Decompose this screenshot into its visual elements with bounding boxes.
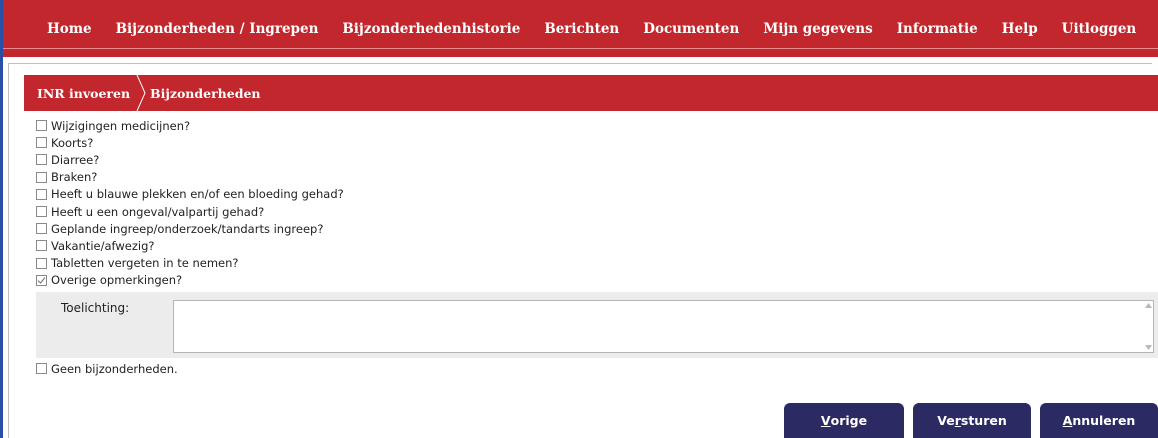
questions-list: Wijzigingen medicijnen? Koorts? Diarree?… bbox=[36, 117, 344, 289]
breadcrumb-chevron-icon bbox=[136, 75, 146, 111]
breadcrumb: INR invoeren Bijzonderheden bbox=[24, 75, 1158, 111]
button-label-rest: sturen bbox=[960, 413, 1007, 428]
toelichting-label: Toelichting: bbox=[61, 301, 130, 315]
checkbox[interactable] bbox=[36, 137, 47, 149]
toelichting-textarea[interactable] bbox=[173, 300, 1154, 353]
button-label-start: Ve bbox=[937, 413, 955, 428]
checkbox[interactable] bbox=[36, 257, 47, 269]
checkbox[interactable] bbox=[36, 223, 47, 235]
checkbox[interactable] bbox=[36, 154, 47, 166]
checkbox[interactable] bbox=[36, 171, 47, 183]
checkbox[interactable] bbox=[36, 363, 47, 375]
question-label: Heeft u een ongeval/valpartij gehad? bbox=[51, 204, 265, 219]
question-item[interactable]: Overige opmerkingen? bbox=[36, 272, 344, 289]
checkmark-icon bbox=[37, 276, 46, 284]
question-label: Heeft u blauwe plekken en/of een bloedin… bbox=[51, 187, 344, 202]
question-item[interactable]: Heeft u een ongeval/valpartij gehad? bbox=[36, 203, 344, 220]
nav-documenten[interactable]: Documenten bbox=[643, 21, 739, 37]
geen-bijzonderheden-label: Geen bijzonderheden. bbox=[51, 361, 178, 376]
question-label: Vakantie/afwezig? bbox=[51, 238, 155, 253]
question-item[interactable]: Wijzigingen medicijnen? bbox=[36, 117, 344, 134]
question-label: Diarree? bbox=[51, 152, 100, 167]
question-item[interactable]: Braken? bbox=[36, 169, 344, 186]
nav-bijzonderheden-ingrepen[interactable]: Bijzonderheden / Ingrepen bbox=[116, 21, 319, 37]
checkbox[interactable] bbox=[36, 206, 47, 218]
checkbox[interactable] bbox=[36, 120, 47, 132]
nav-help[interactable]: Help bbox=[1002, 21, 1038, 37]
question-label: Koorts? bbox=[51, 135, 94, 150]
nav-mijn-gegevens[interactable]: Mijn gegevens bbox=[763, 21, 872, 37]
toelichting-section: Toelichting: bbox=[36, 292, 1158, 358]
nav-home[interactable]: Home bbox=[47, 21, 92, 37]
top-navigation: Home Bijzonderheden / Ingrepen Bijzonder… bbox=[3, 0, 1158, 57]
accesskey-letter: V bbox=[820, 413, 831, 428]
button-label-rest: nnuleren bbox=[1072, 413, 1136, 428]
question-item[interactable]: Vakantie/afwezig? bbox=[36, 237, 344, 254]
checkbox-checked[interactable] bbox=[36, 274, 47, 286]
nav-berichten[interactable]: Berichten bbox=[544, 21, 619, 37]
textarea-scrollbar[interactable] bbox=[1144, 301, 1153, 352]
question-item[interactable]: Heeft u blauwe plekken en/of een bloedin… bbox=[36, 186, 344, 203]
question-item[interactable]: Geplande ingreep/onderzoek/tandarts ingr… bbox=[36, 220, 344, 237]
question-item[interactable]: Diarree? bbox=[36, 151, 344, 168]
question-label: Geplande ingreep/onderzoek/tandarts ingr… bbox=[51, 221, 324, 236]
breadcrumb-step-bijzonderheden: Bijzonderheden bbox=[150, 85, 261, 101]
nav-informatie[interactable]: Informatie bbox=[897, 21, 978, 37]
scroll-down-icon[interactable] bbox=[1145, 345, 1152, 350]
nav-bijzonderhedenhistorie[interactable]: Bijzonderhedenhistorie bbox=[342, 21, 520, 37]
button-label-rest: orige bbox=[830, 413, 868, 428]
breadcrumb-step-inr-invoeren[interactable]: INR invoeren bbox=[24, 86, 130, 101]
scroll-up-icon[interactable] bbox=[1145, 303, 1152, 308]
accesskey-letter: A bbox=[1062, 413, 1073, 428]
checkbox[interactable] bbox=[36, 188, 47, 200]
vorige-button[interactable]: Vorige bbox=[784, 403, 904, 438]
question-label: Tabletten vergeten in te nemen? bbox=[51, 256, 239, 271]
versturen-button[interactable]: Ve r sturen bbox=[913, 403, 1031, 438]
geen-bijzonderheden-item[interactable]: Geen bijzonderheden. bbox=[36, 360, 178, 377]
nav-divider bbox=[3, 48, 1158, 49]
question-label: Wijzigingen medicijnen? bbox=[51, 118, 191, 133]
question-item[interactable]: Tabletten vergeten in te nemen? bbox=[36, 255, 344, 272]
question-label: Braken? bbox=[51, 170, 98, 185]
question-label: Overige opmerkingen? bbox=[51, 273, 183, 288]
nav-uitloggen[interactable]: Uitloggen bbox=[1062, 21, 1137, 37]
question-item[interactable]: Koorts? bbox=[36, 134, 344, 151]
annuleren-button[interactable]: Annuleren bbox=[1040, 403, 1158, 438]
checkbox[interactable] bbox=[36, 240, 47, 252]
